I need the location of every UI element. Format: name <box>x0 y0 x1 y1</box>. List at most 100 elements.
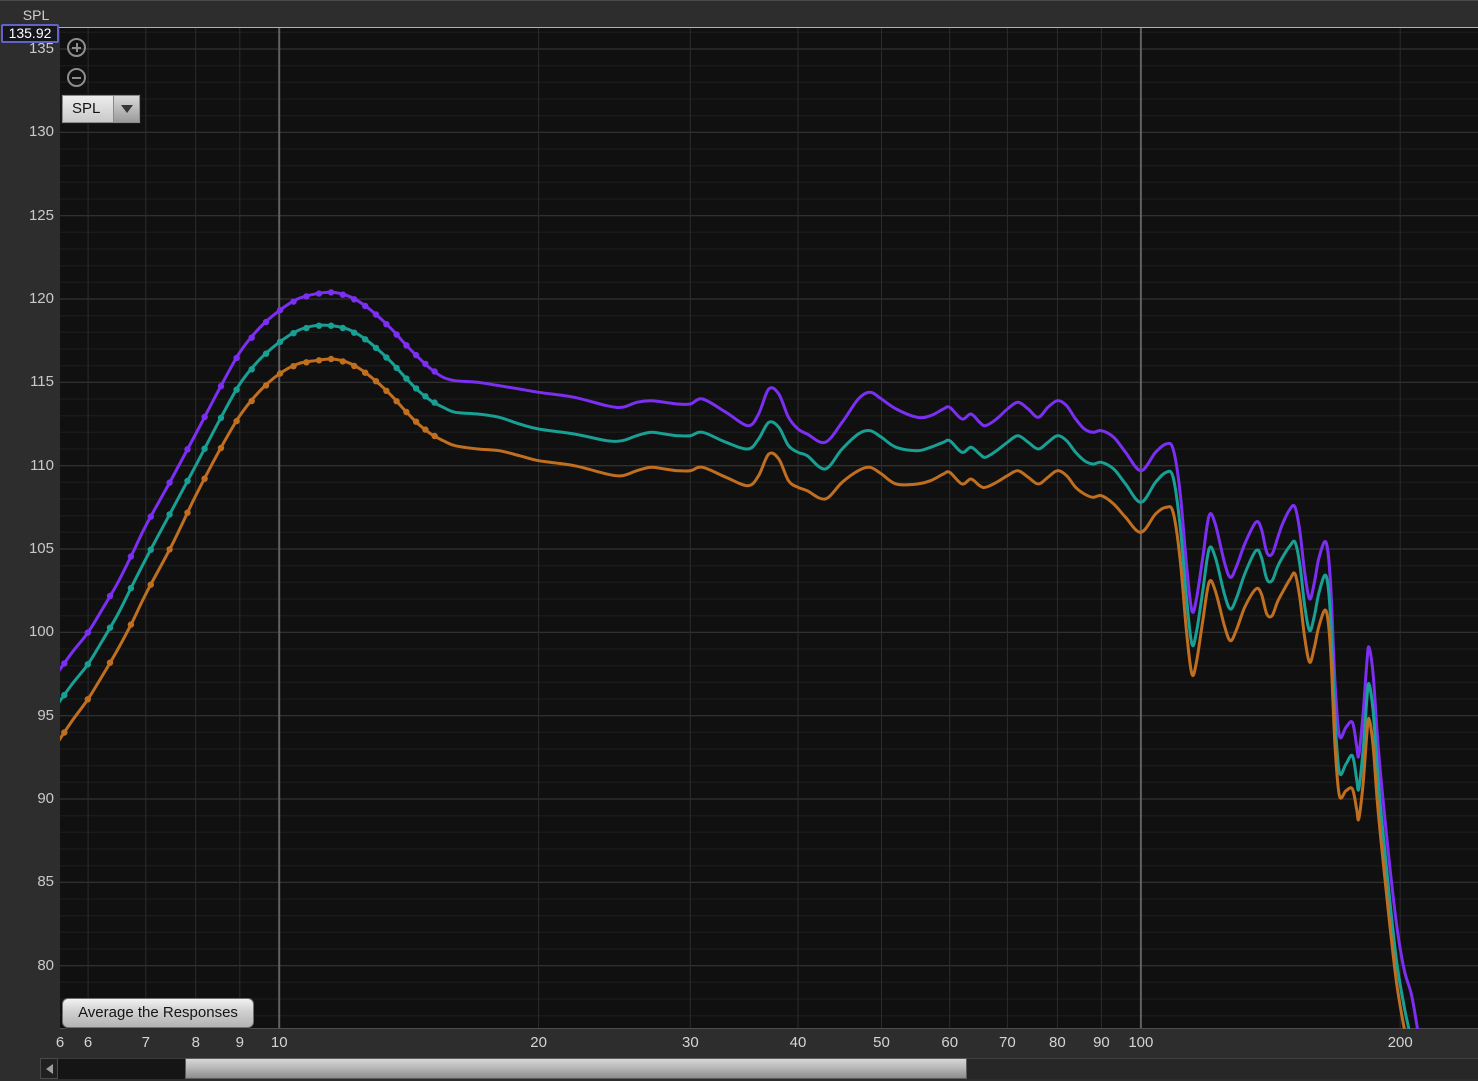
scrollbar-track-right[interactable] <box>967 1058 1478 1079</box>
y-axis-label: 95 <box>37 706 54 724</box>
trace-orange-marker <box>61 729 68 736</box>
trace-purple-marker <box>362 302 369 310</box>
trace-purple-marker <box>201 413 208 421</box>
dropdown-arrow-button[interactable] <box>113 96 139 122</box>
x-axis-label: 90 <box>1093 1034 1110 1051</box>
spl-chart-plot-area[interactable] <box>0 1 1478 1029</box>
trace-orange-marker <box>339 358 346 365</box>
trace-orange-marker <box>372 378 380 385</box>
trace-teal-marker <box>166 511 173 518</box>
trace-purple-marker <box>262 318 270 326</box>
trace-orange-marker <box>166 546 173 553</box>
x-axis-label: 40 <box>789 1034 807 1051</box>
trace-teal-marker <box>393 364 400 372</box>
trace-orange-marker <box>422 426 429 433</box>
trace-purple-marker <box>412 351 420 359</box>
y-axis-label: 125 <box>28 206 54 224</box>
horizontal-scrollbar <box>0 1058 1478 1079</box>
trace-orange-marker <box>383 387 390 394</box>
trace-teal-marker <box>61 691 68 699</box>
y-axis-label: 90 <box>37 790 54 807</box>
triangle-left-icon <box>45 1063 53 1074</box>
trace-purple-marker <box>290 298 297 305</box>
trace-orange-marker <box>412 418 420 425</box>
trace-teal-marker <box>184 477 191 485</box>
average-responses-button[interactable]: Average the Responses <box>62 998 254 1028</box>
trace-teal-marker <box>248 366 255 373</box>
trace-teal-marker <box>372 344 380 352</box>
scrollbar-left-arrow-button[interactable] <box>40 1058 58 1079</box>
trace-orange-marker <box>106 659 114 666</box>
trace-teal-marker <box>147 546 154 553</box>
trace-teal-marker <box>327 322 335 329</box>
trace-teal-marker <box>201 445 208 452</box>
trace-teal-marker <box>84 661 92 668</box>
trace-orange-marker <box>303 359 310 366</box>
trace-purple-marker <box>393 331 400 338</box>
trace-orange-marker <box>290 363 297 370</box>
trace-orange-marker <box>248 397 255 405</box>
trace-purple-marker <box>276 306 284 314</box>
trace-orange-marker <box>431 432 438 440</box>
trace-teal-marker <box>276 338 284 345</box>
trace-teal-marker <box>217 414 225 421</box>
trace-purple-marker <box>383 321 390 328</box>
trace-teal-marker <box>362 336 369 343</box>
trace-purple-marker <box>84 629 92 636</box>
trace-teal-marker <box>233 386 240 393</box>
trace-orange-marker <box>262 382 270 389</box>
y-axis-label: 115 <box>30 373 54 391</box>
graph-type-dropdown[interactable]: SPL <box>62 95 140 123</box>
trace-teal-marker <box>262 350 270 357</box>
y-axis-label: 85 <box>37 873 54 891</box>
trace-orange-marker <box>327 355 335 363</box>
y-axis-label: 105 <box>28 540 54 557</box>
x-axis-label: 50 <box>873 1034 890 1051</box>
x-axis-label: 30 <box>681 1034 699 1051</box>
trace-teal-marker <box>303 324 310 332</box>
trace-orange-marker <box>403 408 410 416</box>
trace-purple-marker <box>217 382 225 390</box>
trace-purple-marker <box>248 334 255 341</box>
trace-orange-marker <box>201 475 208 482</box>
trace-purple-marker <box>184 446 191 453</box>
plot-background <box>60 27 1478 1029</box>
trace-orange-marker <box>362 369 369 376</box>
trace-teal-marker <box>412 385 420 392</box>
cursor-value-field[interactable]: 135.92 <box>1 24 59 43</box>
trace-purple-marker <box>351 296 358 303</box>
x-axis-label: 70 <box>999 1034 1016 1051</box>
y-axis-label: 130 <box>28 123 54 141</box>
trace-teal-marker <box>339 324 346 332</box>
trace-purple-marker <box>327 289 335 296</box>
trace-purple-marker <box>422 360 429 368</box>
scrollbar-track-left[interactable] <box>58 1058 185 1079</box>
graph-type-selected-label: SPL <box>63 96 113 122</box>
trace-purple-marker <box>166 479 173 486</box>
x-axis-label: 80 <box>1049 1034 1066 1051</box>
trace-teal-marker <box>403 375 410 382</box>
chevron-down-icon <box>120 105 133 113</box>
x-axis-label: 60 <box>941 1034 959 1051</box>
y-axis-label: 110 <box>30 456 54 474</box>
x-axis-label: 100 <box>1128 1034 1154 1051</box>
scrollbar-thumb[interactable] <box>185 1058 967 1079</box>
x-axis-label: 6 <box>83 1034 93 1051</box>
trace-purple-marker <box>315 290 323 297</box>
y-axis-label: 80 <box>37 956 54 974</box>
trace-orange-marker <box>84 696 92 703</box>
trace-purple-marker <box>339 291 346 298</box>
x-axis-label: 10 <box>270 1034 288 1051</box>
zoom-out-button[interactable] <box>67 68 86 87</box>
trace-teal-marker <box>422 393 429 400</box>
x-axis-label: 7 <box>141 1034 150 1051</box>
trace-orange-marker <box>351 362 358 370</box>
trace-orange-marker <box>393 398 400 405</box>
minus-icon <box>72 76 81 79</box>
trace-teal-marker <box>315 322 323 329</box>
trace-orange-marker <box>217 444 225 452</box>
trace-orange-marker <box>127 621 135 628</box>
x-axis-label: 6 <box>55 1034 65 1051</box>
trace-teal-marker <box>431 399 438 406</box>
zoom-in-button[interactable] <box>67 38 86 57</box>
